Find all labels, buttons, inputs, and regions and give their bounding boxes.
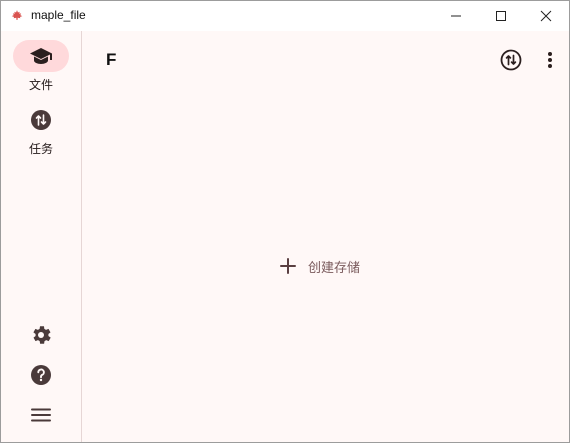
- minimize-button[interactable]: [433, 1, 479, 31]
- transfer-status-button[interactable]: [497, 46, 525, 74]
- rail-item-files-indicator: [13, 40, 69, 72]
- settings-button[interactable]: [1, 323, 81, 347]
- rail-item-files[interactable]: 文件: [1, 40, 81, 93]
- gear-icon: [33, 326, 51, 344]
- rail-item-tasks-indicator: [13, 104, 69, 136]
- rail-item-tasks[interactable]: 任务: [1, 104, 81, 157]
- minimize-icon: [451, 15, 461, 17]
- graduation-cap-icon: [30, 48, 52, 64]
- close-button[interactable]: [523, 1, 569, 31]
- more-options-button[interactable]: [536, 46, 564, 74]
- menu-icon: [31, 408, 51, 422]
- transfer-icon: [31, 110, 51, 130]
- navigation-rail: 文件 任务: [1, 31, 82, 442]
- window-title: maple_file: [31, 8, 86, 22]
- maple-leaf-icon: [11, 10, 23, 20]
- rail-item-label: 文件: [28, 78, 53, 92]
- more-vertical-icon: [548, 52, 552, 68]
- help-button[interactable]: [1, 363, 81, 387]
- sync-transfer-icon: [500, 49, 522, 71]
- menu-button[interactable]: [1, 403, 81, 427]
- maximize-icon: [496, 11, 506, 21]
- title-bar[interactable]: maple_file: [1, 1, 569, 31]
- rail-item-label: 任务: [28, 142, 53, 156]
- main-content: F 创建存储: [82, 31, 569, 442]
- maximize-button[interactable]: [478, 1, 524, 31]
- create-storage-button[interactable]: 创建存储: [278, 253, 360, 279]
- page-title: F: [106, 50, 117, 69]
- help-icon: [31, 365, 51, 385]
- plus-icon: [280, 258, 296, 274]
- close-icon: [540, 10, 552, 22]
- app-window: maple_file 文件 任务 F 创建存储: [0, 0, 570, 443]
- create-storage-label: 创建存储: [308, 260, 361, 276]
